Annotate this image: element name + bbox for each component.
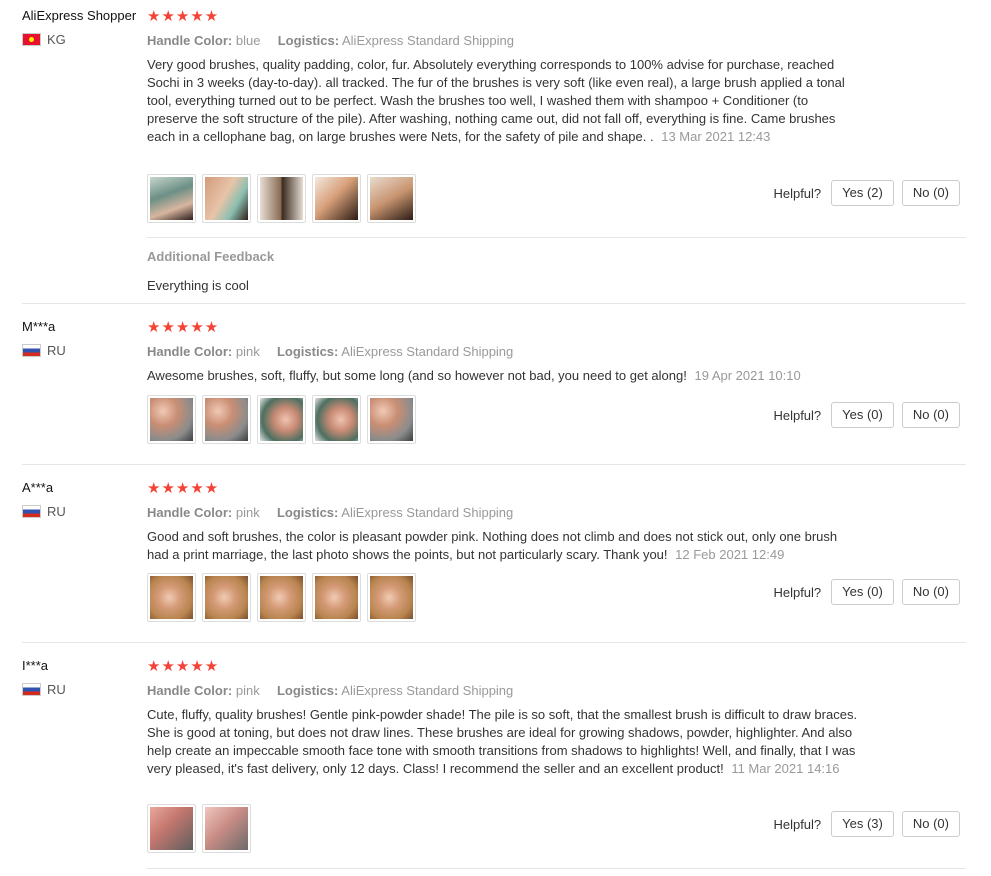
reviewer-country: RU [22,504,66,519]
reviewer-name: M***a [22,319,56,334]
review-photo-thumbnail[interactable] [147,573,196,622]
review-photo-thumbnail[interactable] [367,573,416,622]
logistics-label: Logistics: [276,344,339,359]
review-photo-thumbnail[interactable] [367,395,416,444]
handle-color-value: blue [235,33,261,48]
star-rating: ★★★★★ [147,658,220,675]
ru-flag-icon [22,344,41,357]
review-photo-thumbnail[interactable] [257,174,306,223]
review-divider [22,303,966,304]
review-date: 13 Mar 2021 12:43 [661,129,771,144]
divider [147,237,966,238]
logistics-value: AliExpress Standard Shipping [342,33,514,48]
reviewer-name: A***a [22,480,54,495]
reviewer-name: AliExpress Shopper [22,8,137,23]
ru-flag-icon [22,505,41,518]
review-photo-thumbnail[interactable] [147,174,196,223]
helpful-no-button[interactable]: No (0) [901,402,960,428]
review-meta: Handle Color: blue Logistics: AliExpress… [147,33,965,48]
logistics-value: AliExpress Standard Shipping [341,505,514,520]
review-photo-thumbnail[interactable] [202,573,251,622]
review-photo-thumbnail[interactable] [202,174,251,223]
logistics-value: AliExpress Standard Shipping [341,344,514,359]
review-photo-thumbnail[interactable] [147,804,196,853]
review-date: 12 Feb 2021 12:49 [675,547,785,562]
review-meta: Handle Color: pink Logistics: AliExpress… [147,505,965,520]
review-photo-thumbnail[interactable] [312,573,361,622]
helpful-yes-button[interactable]: Yes (0) [831,402,894,428]
handle-color-value: pink [235,344,260,359]
handle-color-label: Handle Color: [147,683,233,698]
helpful-label: Helpful? [773,185,822,201]
reviewer-country: RU [22,682,66,697]
review-date: 19 Apr 2021 10:10 [694,368,801,383]
helpful-yes-button[interactable]: Yes (0) [831,579,894,605]
handle-color-label: Handle Color: [147,33,233,48]
review-text: Very good brushes, quality padding, colo… [147,56,859,146]
helpful-label: Helpful? [773,816,822,832]
reviewer-country: RU [22,343,66,358]
review-photo-thumbnail[interactable] [147,395,196,444]
reviewer-name: I***a [22,658,49,673]
star-rating: ★★★★★ [147,8,220,25]
review-photo-thumbnail[interactable] [202,804,251,853]
kg-flag-icon [22,33,41,46]
review-text: Cute, fluffy, quality brushes! Gentle pi… [147,706,859,778]
country-code: RU [47,682,66,697]
review-photo-thumbnail[interactable] [257,573,306,622]
logistics-label: Logistics: [276,683,339,698]
review-body: Awesome brushes, soft, fluffy, but some … [147,368,687,383]
review-meta: Handle Color: pink Logistics: AliExpress… [147,344,965,359]
review-divider [22,464,966,465]
review-photo-thumbnail[interactable] [312,174,361,223]
handle-color-label: Handle Color: [147,344,233,359]
country-code: KG [47,32,66,47]
review-photos [147,804,251,853]
country-code: RU [47,343,66,358]
helpful-no-button[interactable]: No (0) [901,811,960,837]
review-photo-thumbnail[interactable] [202,395,251,444]
reviewer-country: KG [22,32,66,47]
additional-feedback-title: Additional Feedback [147,249,275,264]
review-content: ★★★★★ Handle Color: pink Logistics: AliE… [147,319,965,385]
review-content: ★★★★★ Handle Color: blue Logistics: AliE… [147,8,965,146]
helpful-yes-button[interactable]: Yes (3) [831,811,894,837]
review-divider [22,642,966,643]
star-rating: ★★★★★ [147,319,220,336]
helpful-vote: Helpful? Yes (2) No (0) [773,180,960,206]
handle-color-value: pink [235,683,260,698]
star-rating: ★★★★★ [147,480,220,497]
review-photo-thumbnail[interactable] [367,174,416,223]
review-photo-thumbnail[interactable] [257,395,306,444]
logistics-label: Logistics: [277,33,340,48]
review-photo-thumbnail[interactable] [312,395,361,444]
review-content: ★★★★★ Handle Color: pink Logistics: AliE… [147,480,965,564]
helpful-no-button[interactable]: No (0) [901,579,960,605]
handle-color-label: Handle Color: [147,505,233,520]
handle-color-value: pink [235,505,260,520]
helpful-no-button[interactable]: No (0) [901,180,960,206]
review-text: Good and soft brushes, the color is plea… [147,528,859,564]
review-text: Awesome brushes, soft, fluffy, but some … [147,367,859,385]
country-code: RU [47,504,66,519]
logistics-value: AliExpress Standard Shipping [341,683,514,698]
review-date: 11 Mar 2021 14:16 [731,761,840,776]
review-meta: Handle Color: pink Logistics: AliExpress… [147,683,965,698]
review-photos [147,395,416,444]
helpful-vote: Helpful? Yes (0) No (0) [773,402,960,428]
ru-flag-icon [22,683,41,696]
review-photos [147,174,416,223]
helpful-label: Helpful? [773,407,822,423]
logistics-label: Logistics: [276,505,339,520]
helpful-vote: Helpful? Yes (3) No (0) [773,811,960,837]
review-photos [147,573,416,622]
helpful-label: Helpful? [773,584,822,600]
additional-feedback-text: Everything is cool [147,278,249,293]
helpful-yes-button[interactable]: Yes (2) [831,180,894,206]
review-content: ★★★★★ Handle Color: pink Logistics: AliE… [147,658,965,778]
review-divider [147,868,966,869]
helpful-vote: Helpful? Yes (0) No (0) [773,579,960,605]
